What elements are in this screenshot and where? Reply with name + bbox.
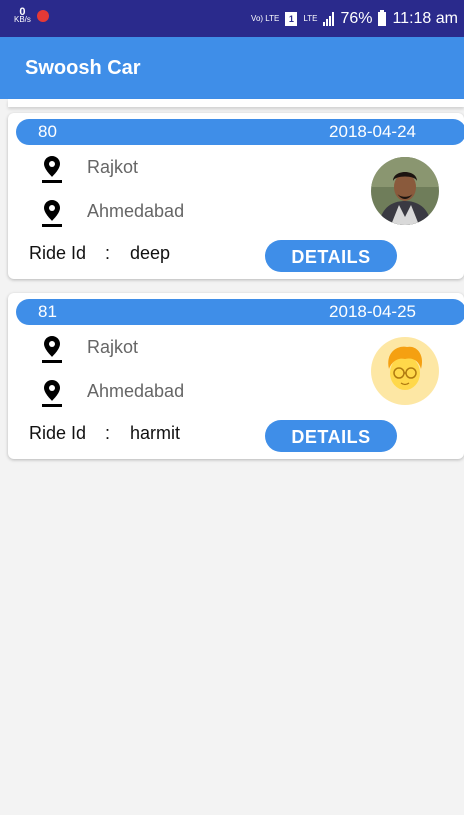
ride-id-value: deep — [130, 243, 171, 263]
drop-location: Ahmedabad — [87, 381, 185, 401]
signal-icon — [323, 11, 335, 26]
ride-id-separator: : — [105, 423, 111, 443]
cartoon-boy-avatar — [371, 337, 439, 405]
battery-percent: 76% — [340, 9, 373, 27]
location-pin-icon — [42, 336, 62, 363]
volte-icon: Vo) LTE — [251, 13, 280, 23]
location-pin-icon — [42, 156, 62, 183]
ride-id-separator: : — [105, 243, 111, 263]
notification-icon — [36, 10, 49, 22]
details-button[interactable]: DETAILS — [265, 240, 397, 272]
ride-id-label: Ride Id — [29, 243, 87, 263]
lte-icon: LTE — [303, 13, 318, 23]
ride-date: 2018-04-24 — [329, 122, 416, 141]
network-speed: 0 KB/s — [14, 7, 31, 24]
pickup-location: Rajkot — [87, 157, 139, 177]
location-pin-icon — [42, 380, 62, 407]
ride-card[interactable]: 80 2018-04-24 Rajkot Ahmedabad Ride Id :… — [8, 113, 464, 279]
battery-icon — [378, 9, 387, 26]
ride-list: 80 2018-04-24 Rajkot Ahmedabad Ride Id :… — [0, 99, 464, 815]
network-speed-unit: KB/s — [14, 15, 31, 24]
ride-number: 80 — [38, 122, 57, 141]
sim-icon: 1 — [285, 11, 298, 26]
ride-card-header: 81 2018-04-25 — [16, 299, 464, 325]
user-photo-avatar — [371, 157, 439, 225]
app-bar: Swoosh Car — [0, 37, 464, 99]
status-left: 0 KB/s — [14, 7, 49, 24]
ride-date: 2018-04-25 — [329, 302, 416, 321]
ride-card-header: 80 2018-04-24 — [16, 119, 464, 145]
drop-location: Ahmedabad — [87, 201, 185, 221]
list-top-edge — [8, 99, 464, 107]
ride-id-value: harmit — [130, 423, 181, 443]
ride-id-label: Ride Id — [29, 423, 87, 443]
ride-card[interactable]: 81 2018-04-25 Rajkot Ahmedabad Ride Id :… — [8, 293, 464, 459]
location-pin-icon — [42, 200, 62, 227]
ride-number: 81 — [38, 302, 57, 321]
clock: 11:18 am — [392, 9, 458, 27]
app-title: Swoosh Car — [25, 57, 141, 79]
details-button[interactable]: DETAILS — [265, 420, 397, 452]
status-bar: 0 KB/s Vo) LTE 1 LTE 76% 11:18 am — [0, 0, 464, 37]
pickup-location: Rajkot — [87, 337, 139, 357]
status-right: Vo) LTE 1 LTE 76% 11:18 am — [251, 0, 458, 37]
